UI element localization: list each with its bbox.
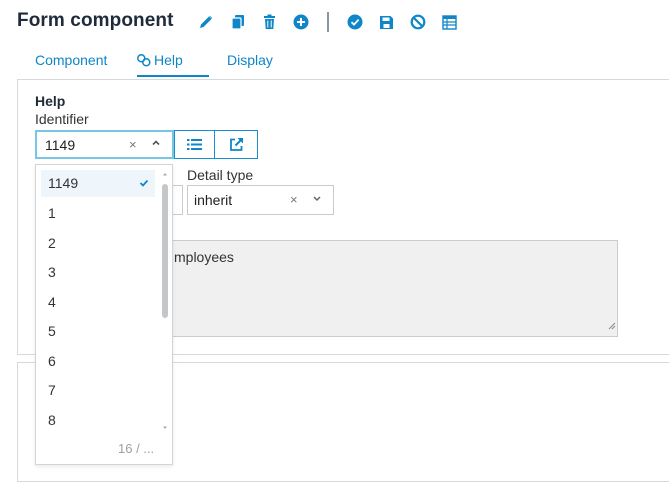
link-icon (137, 54, 151, 67)
check-circle-icon[interactable] (345, 12, 365, 32)
section-heading: Help (35, 93, 66, 109)
tab-component[interactable]: Component (35, 52, 107, 76)
dropdown-option[interactable]: 2 (41, 230, 155, 257)
list-button[interactable] (174, 130, 215, 159)
detail-type-label: Detail type (187, 167, 254, 183)
scroll-up-icon[interactable] (161, 170, 169, 178)
save-icon[interactable] (376, 12, 396, 32)
scrollbar-thumb[interactable] (162, 184, 168, 318)
detail-type-value: inherit (194, 192, 233, 208)
tab-bar: Component Help Display (0, 52, 669, 78)
help-textarea[interactable]: mployees (172, 240, 618, 337)
list-icon (187, 139, 202, 150)
dropdown-option[interactable]: 1 (41, 200, 155, 227)
chevron-down-icon[interactable] (312, 191, 322, 210)
identifier-label: Identifier (35, 111, 89, 127)
dropdown-option[interactable]: 3 (41, 259, 155, 286)
obscured-field[interactable] (172, 185, 183, 215)
tab-help[interactable]: Help (137, 52, 209, 77)
textarea-text: mployees (174, 249, 234, 265)
dropdown-option[interactable]: 5 (41, 318, 155, 345)
identifier-dropdown: 1149 1 2 3 4 5 6 7 8 16 / ... (35, 164, 173, 465)
identifier-combobox[interactable]: 1149 × (35, 130, 174, 159)
clear-icon[interactable]: × (129, 137, 137, 152)
clear-icon[interactable]: × (290, 192, 298, 207)
dropdown-scrollbar[interactable] (161, 170, 169, 432)
result-count: 16 / ... (118, 441, 155, 456)
trash-icon[interactable] (259, 12, 279, 32)
check-icon (139, 170, 149, 197)
scroll-down-icon[interactable] (161, 424, 169, 432)
identifier-value: 1149 (45, 137, 76, 153)
dropdown-option[interactable]: 7 (41, 377, 155, 404)
add-circle-icon[interactable] (291, 12, 311, 32)
cancel-icon[interactable] (408, 12, 428, 32)
detail-type-select[interactable]: inherit × (187, 185, 334, 215)
dropdown-option[interactable]: 4 (41, 289, 155, 316)
toolbar-separator (327, 12, 329, 32)
table-icon[interactable] (439, 12, 459, 32)
dropdown-option[interactable]: 1149 (41, 170, 155, 197)
edit-icon[interactable] (196, 12, 216, 32)
chevron-up-icon[interactable] (151, 136, 161, 155)
tab-help-label: Help (154, 52, 183, 68)
resize-handle-icon[interactable] (608, 317, 616, 335)
tab-display[interactable]: Display (227, 52, 273, 76)
dropdown-option[interactable]: 8 (41, 407, 155, 434)
copy-icon[interactable] (228, 12, 248, 32)
dropdown-option[interactable]: 6 (41, 348, 155, 375)
open-button[interactable] (214, 130, 258, 159)
option-label: 1149 (48, 175, 79, 191)
page-title: Form component (17, 10, 174, 31)
external-link-icon (229, 138, 243, 151)
